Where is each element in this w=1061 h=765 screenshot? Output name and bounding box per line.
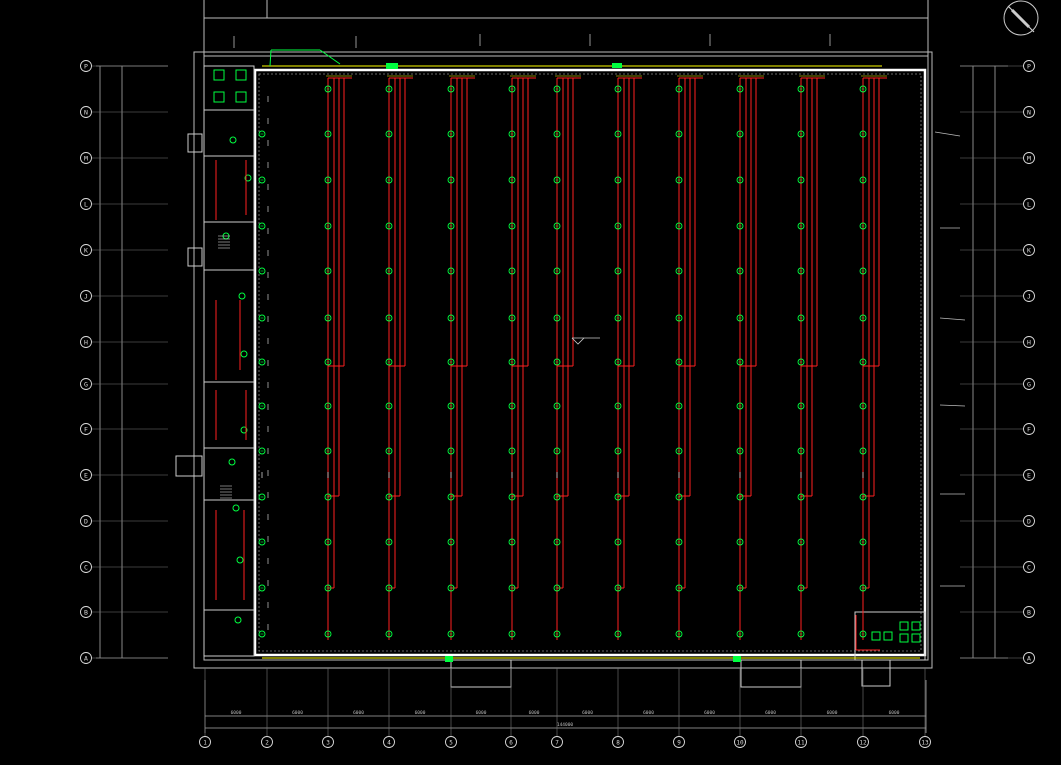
row-axis-label: C: [1027, 564, 1031, 572]
overall-dimension-label: 144000: [557, 722, 574, 728]
row-axis-label: D: [84, 518, 88, 526]
row-axis-label: P: [84, 63, 88, 71]
row-axis-label: A: [84, 655, 88, 663]
column-axis-label: 4: [387, 740, 391, 747]
row-axis-label: F: [84, 426, 88, 434]
row-axis-label: L: [1027, 201, 1031, 209]
row-axis-label: C: [84, 564, 88, 572]
column-axis-label: 6: [509, 740, 513, 747]
bay-dimension-label: 6000: [292, 710, 303, 716]
row-axis-label: K: [84, 247, 88, 255]
row-axis-label: M: [84, 155, 88, 163]
bay-dimension-label: 6000: [827, 710, 838, 716]
column-axis-label: 10: [736, 740, 744, 747]
row-axis-label: J: [1027, 293, 1031, 301]
bay-dimension-label: 6000: [231, 710, 242, 716]
column-axis-label: 2: [265, 740, 269, 747]
row-axis-label: N: [1027, 109, 1031, 117]
row-axis-label: E: [84, 472, 88, 480]
row-axis-label: L: [84, 201, 88, 209]
row-axis-label: A: [1027, 655, 1031, 663]
bay-dimension-label: 6000: [643, 710, 654, 716]
row-axis-label: M: [1027, 155, 1031, 163]
bay-dimension-label: 6000: [415, 710, 426, 716]
bay-dimension-label: 6000: [476, 710, 487, 716]
row-axis-label: J: [84, 293, 88, 301]
column-axis-label: 7: [555, 740, 559, 747]
row-axis-label: F: [1027, 426, 1031, 434]
bay-dimension-label: 6000: [529, 710, 540, 716]
column-axis-label: 11: [797, 740, 805, 747]
column-axis-label: 8: [616, 740, 620, 747]
row-axis-label: E: [1027, 472, 1031, 480]
bay-dimension-label: 6000: [582, 710, 593, 716]
row-axis-label: K: [1027, 247, 1031, 255]
column-axis-label: 13: [921, 740, 929, 747]
row-axis-label: B: [1027, 609, 1031, 617]
floor-plan-drawing: P P N N M M L L K K J J H H G G F F E E D D C C B B A A 1 6000 2 6000 3…: [0, 0, 1061, 765]
bay-dimension-label: 6000: [889, 710, 900, 716]
row-axis-label: H: [84, 339, 88, 347]
column-axis-label: 1: [203, 740, 207, 747]
bay-dimension-label: 6000: [353, 710, 364, 716]
row-axis-label: P: [1027, 63, 1031, 71]
row-axis-label: D: [1027, 518, 1031, 526]
bay-dimension-label: 6000: [704, 710, 715, 716]
row-axis-label: G: [1027, 381, 1031, 389]
row-axis-label: G: [84, 381, 88, 389]
column-axis-label: 5: [449, 740, 453, 747]
row-axis-label: B: [84, 609, 88, 617]
row-axis-label: N: [84, 109, 88, 117]
row-axis-label: H: [1027, 339, 1031, 347]
column-axis-label: 3: [326, 740, 330, 747]
bay-dimension-label: 6000: [765, 710, 776, 716]
column-axis-label: 12: [859, 740, 867, 747]
column-axis-label: 9: [677, 740, 681, 747]
